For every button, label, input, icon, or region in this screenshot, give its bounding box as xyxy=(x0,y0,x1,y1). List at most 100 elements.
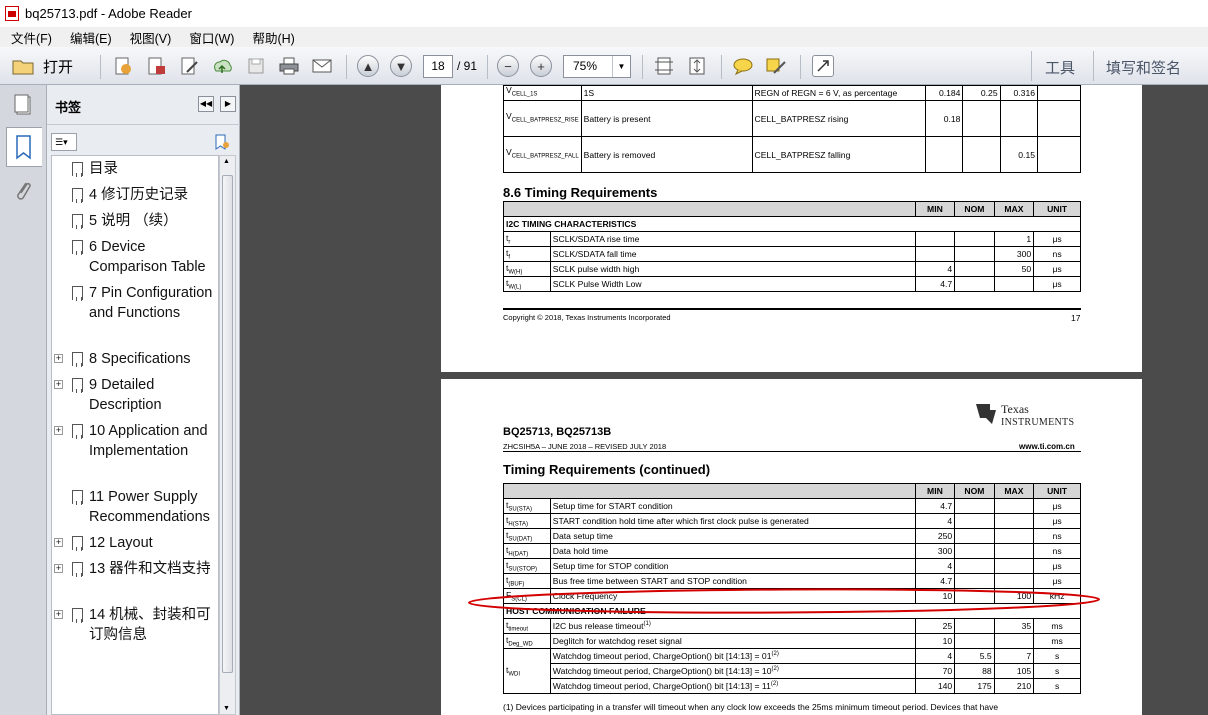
highlight-icon[interactable] xyxy=(765,55,787,77)
zoom-select[interactable]: 75% ▼ xyxy=(563,55,631,78)
table-row: tH(DAT) Data hold time 300 ns xyxy=(503,543,1081,559)
menu-view[interactable]: 视图(V) xyxy=(119,28,179,47)
value-cell: 4 xyxy=(914,261,956,277)
scroll-down-icon[interactable]: ▼ xyxy=(223,705,230,712)
value-cell: 70 xyxy=(914,663,956,679)
page-total: / 91 xyxy=(457,59,478,73)
param-condition: CELL_BATPRESZ falling xyxy=(751,136,927,173)
ti-logo: Texas Instruments xyxy=(974,400,1080,429)
param-symbol: tWDI xyxy=(503,648,551,694)
scroll-up-icon[interactable]: ▲ xyxy=(223,158,230,165)
bookmark-options-icon[interactable]: ☰▾ xyxy=(51,133,77,151)
menu-edit[interactable]: 编辑(E) xyxy=(59,28,119,47)
value-cell xyxy=(962,100,1001,137)
menu-file[interactable]: 文件(F) xyxy=(0,28,59,47)
column-header: MIN xyxy=(914,483,956,499)
panel-options-icon[interactable]: ▶ xyxy=(220,96,236,112)
bookmarks-tab-icon[interactable] xyxy=(6,127,42,167)
param-name: Setup time for START condition xyxy=(549,498,916,514)
fill-sign-link[interactable]: 填写和签名 xyxy=(1106,57,1181,78)
chevron-down-icon[interactable]: ▼ xyxy=(612,56,630,77)
value-cell: 50 xyxy=(993,261,1035,277)
value-cell: 7 xyxy=(993,648,1035,664)
page-number-input[interactable]: 18 xyxy=(423,55,453,78)
value-cell: 88 xyxy=(954,663,995,679)
value-cell xyxy=(993,276,1035,292)
expand-icon[interactable]: + xyxy=(54,354,63,363)
bookmark-label: 9 Detailed Description xyxy=(89,377,162,413)
expand-icon[interactable]: + xyxy=(54,538,63,547)
collapse-panel-icon[interactable]: ◀◀ xyxy=(198,96,214,112)
param-symbol: VCELL_BATPRESZ_RISE xyxy=(503,100,582,137)
menu-window[interactable]: 窗口(W) xyxy=(178,28,241,47)
bookmark-scrollbar-thumb[interactable] xyxy=(222,175,233,673)
value-cell xyxy=(954,246,995,262)
param-name: I2C bus release timeout(1) xyxy=(549,618,916,634)
param-name: SCLK/SDATA fall time xyxy=(549,246,916,262)
value-cell xyxy=(954,558,995,574)
page-number: 17 xyxy=(1071,313,1081,323)
tools-link[interactable]: 工具 xyxy=(1045,57,1075,78)
param-symbol: tH(DAT) xyxy=(503,543,551,559)
value-cell: 300 xyxy=(993,246,1035,262)
zoom-out-icon[interactable]: − xyxy=(497,55,519,77)
value-cell: 210 xyxy=(993,678,1035,694)
value-cell xyxy=(993,633,1035,649)
section-heading-continued: Timing Requirements (continued) xyxy=(503,462,711,477)
column-header: NOM xyxy=(954,201,995,217)
bookmark-label: 目录 xyxy=(89,161,118,177)
scroll-mode-icon[interactable] xyxy=(653,55,675,77)
value-cell: 250 xyxy=(914,528,956,544)
param-name: START condition hold time after which fi… xyxy=(549,513,916,529)
expand-icon[interactable]: + xyxy=(54,564,63,573)
fullscreen-icon[interactable] xyxy=(812,55,834,77)
value-cell xyxy=(954,513,995,529)
param-name: Watchdog timeout period, ChargeOption() … xyxy=(549,678,916,694)
value-cell xyxy=(993,513,1035,529)
bookmark-label: 5 说明 （续） xyxy=(89,213,178,229)
save-icon[interactable] xyxy=(245,55,267,77)
pdf-page-18: Texas Instruments BQ25713, BQ25713B ZHCSI… xyxy=(441,379,1142,715)
create-pdf-icon[interactable] xyxy=(112,55,134,77)
value-cell xyxy=(993,498,1035,514)
find-bookmark-icon[interactable] xyxy=(213,133,231,151)
open-button[interactable]: 打开 xyxy=(12,55,84,77)
zoom-in-icon[interactable]: + xyxy=(530,55,552,77)
footer-rule xyxy=(503,308,1081,310)
bookmark-label: 10 Application and Implementation xyxy=(89,423,208,459)
page-thumbnails-icon[interactable] xyxy=(12,93,34,117)
upload-icon[interactable] xyxy=(211,55,233,77)
edit-pdf-icon[interactable] xyxy=(178,55,200,77)
value-cell: 4 xyxy=(914,558,956,574)
comment-icon[interactable] xyxy=(732,55,754,77)
unit-cell: μs xyxy=(1033,261,1081,277)
param-name: Data setup time xyxy=(549,528,916,544)
pdf-file-icon xyxy=(5,6,19,21)
previous-page-icon[interactable]: ▲ xyxy=(357,55,379,77)
email-icon[interactable] xyxy=(311,55,333,77)
column-header: MIN xyxy=(914,201,956,217)
next-page-icon[interactable]: ▼ xyxy=(390,55,412,77)
print-icon[interactable] xyxy=(278,55,300,77)
table-row: tDeg_WD Deglitch for watchdog reset signa… xyxy=(503,633,1081,649)
export-pdf-icon[interactable] xyxy=(145,55,167,77)
expand-icon[interactable]: + xyxy=(54,426,63,435)
svg-text:Texas: Texas xyxy=(1001,402,1029,416)
table-header-row: MIN NOM MAX UNIT xyxy=(503,201,1081,217)
copyright: Copyright © 2018, Texas Instruments Inco… xyxy=(503,313,671,322)
bookmark-label: 6 Device Comparison Table xyxy=(89,239,206,275)
toolbar: 打开 ▲ ▼ 18 / 91 − + 75% ▼ 工具 填写和签名 xyxy=(0,47,1208,85)
param-name: Deglitch for watchdog reset signal xyxy=(549,633,916,649)
window-title: bq25713.pdf - Adobe Reader xyxy=(25,6,192,21)
fit-page-icon[interactable] xyxy=(686,55,708,77)
value-cell: 0.316 xyxy=(999,85,1039,101)
expand-icon[interactable]: + xyxy=(54,380,63,389)
menu-help[interactable]: 帮助(H) xyxy=(241,28,301,47)
attachments-icon[interactable] xyxy=(12,177,34,203)
value-cell: 4 xyxy=(914,513,956,529)
panel-splitter[interactable] xyxy=(240,85,246,715)
param-condition: REGN of REGN = 6 V, as percentage xyxy=(751,85,927,101)
expand-icon[interactable]: + xyxy=(54,610,63,619)
param-symbol: ttimeout xyxy=(503,618,551,634)
value-cell: 35 xyxy=(993,618,1035,634)
